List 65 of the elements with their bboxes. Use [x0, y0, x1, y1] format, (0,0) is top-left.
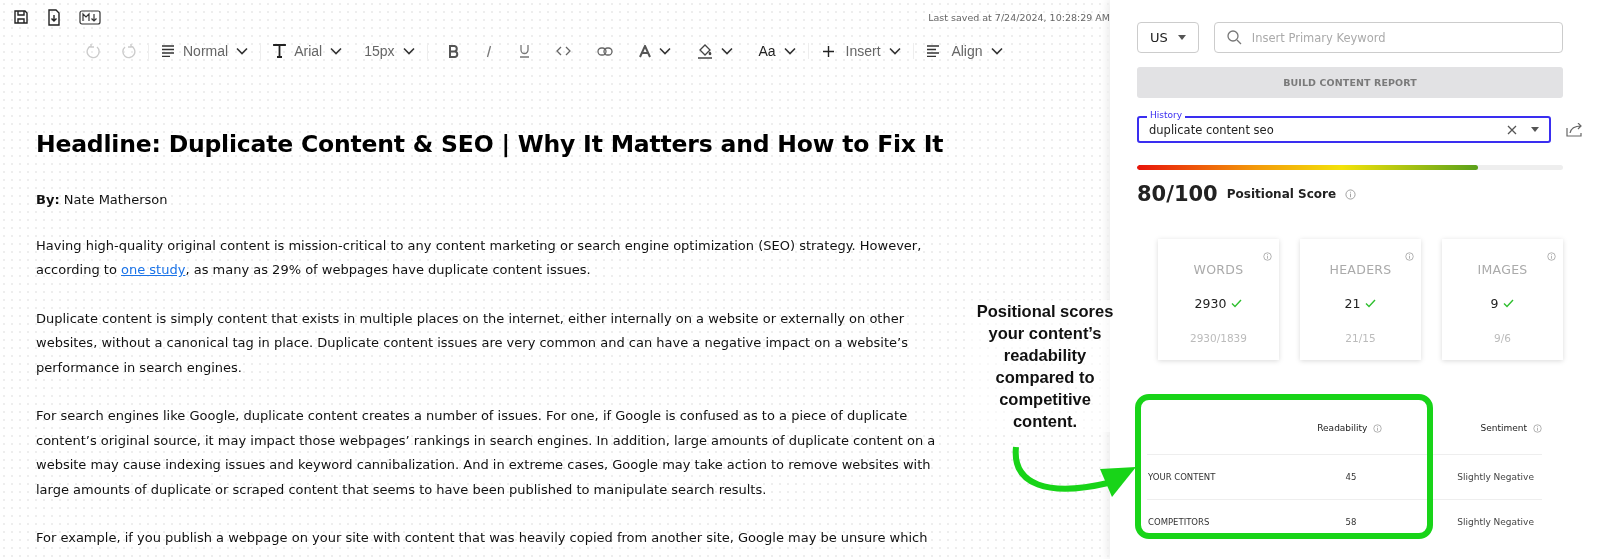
column-header: Sentiment	[1480, 423, 1527, 433]
country-select[interactable]: US	[1137, 22, 1199, 53]
align-left-icon	[925, 45, 940, 57]
metric-label: WORDS	[1193, 262, 1244, 277]
chevron-down-icon	[236, 47, 249, 55]
metric-label: HEADERS	[1329, 262, 1392, 277]
article-headline: Headline: Duplicate Content & SEO | Why It Matters and How to Fix It	[36, 130, 945, 158]
table-cell: COMPETITORS	[1148, 517, 1210, 527]
bold-icon[interactable]	[447, 44, 459, 58]
body-paragraph: For example, if you publish a webpage on your site with content that was heavily copied from another site, Google may be unsure which	[36, 529, 929, 547]
chevron-down-icon	[402, 47, 415, 55]
metric-label: IMAGES	[1477, 262, 1528, 277]
italic-icon[interactable]	[484, 44, 493, 58]
chevron-down-icon	[720, 47, 733, 55]
align-dropdown[interactable]: Align	[925, 43, 1003, 59]
save-icon[interactable]	[13, 9, 29, 25]
clear-icon[interactable]	[1507, 124, 1517, 135]
metric-value: 9	[1490, 296, 1499, 311]
checkmark-icon	[1503, 299, 1515, 308]
text-case-dropdown[interactable]: Aa	[758, 43, 796, 59]
metric-ratio: 9/6	[1494, 332, 1511, 344]
chevron-down-icon	[888, 47, 901, 55]
column-header: Readability	[1317, 423, 1368, 433]
font-dropdown[interactable]: Arial	[273, 43, 343, 59]
paint-bucket-icon[interactable]	[696, 43, 713, 59]
table-cell: 45	[1345, 472, 1357, 482]
metric-ratio: 2930/1839	[1190, 332, 1247, 344]
metric-ratio: 21/15	[1345, 332, 1376, 344]
body-paragraph: Having high-quality original content is mission-critical to any content marketing or search engine optimization (SEO) strategy. However, according to one study, as many as 29% of webpages have duplicate content issues.	[36, 236, 923, 279]
table-cell: Slightly Negative	[1457, 517, 1534, 527]
underline-icon[interactable]	[518, 44, 530, 58]
last-saved-text: Last saved at 7/24/2024, 10:28:29 AM	[928, 11, 1110, 23]
font-size-dropdown[interactable]: 15px	[364, 43, 415, 59]
code-icon[interactable]	[555, 46, 571, 56]
paragraph-style-dropdown[interactable]: Normal	[161, 43, 249, 59]
chevron-down-icon	[783, 47, 796, 55]
share-icon[interactable]	[1566, 122, 1583, 137]
byline: By: Nate Matherson	[36, 191, 169, 209]
text-icon	[273, 44, 287, 58]
score-value: 80/100	[1137, 182, 1218, 206]
chevron-down-icon	[990, 47, 1003, 55]
table-cell: Slightly Negative	[1457, 472, 1534, 482]
dropdown-arrow-icon	[1177, 35, 1186, 40]
chevron-down-icon	[330, 47, 343, 55]
score-label: Positional Score	[1226, 187, 1337, 201]
metric-value: 21	[1344, 296, 1361, 311]
table-cell: YOUR CONTENT	[1148, 472, 1216, 482]
plus-icon	[822, 45, 834, 57]
checkmark-icon	[1231, 299, 1243, 308]
field-label: History	[1147, 110, 1186, 120]
dropdown-arrow-icon[interactable]	[1531, 127, 1539, 132]
markdown-icon[interactable]	[79, 9, 101, 25]
link-icon[interactable]	[596, 46, 613, 56]
download-file-icon[interactable]	[46, 8, 62, 26]
body-paragraph: Duplicate content is simply content that exists in multiple places on the internet, either internally on a website or externally on other websites, without a canonical tag in place. Duplicate content issues are very common and can have a negative impact on a website’s performance in search engines.	[36, 309, 909, 377]
metric-value: 2930	[1194, 296, 1227, 311]
lines-icon	[161, 45, 175, 57]
checkmark-icon	[1365, 299, 1377, 308]
study-link[interactable]: one study	[121, 262, 186, 277]
table-cell: 58	[1345, 517, 1357, 527]
chevron-down-icon	[658, 47, 671, 55]
insert-dropdown[interactable]: Insert	[822, 43, 901, 59]
font-color-icon[interactable]	[638, 44, 651, 58]
search-icon	[1226, 30, 1242, 45]
body-paragraph: For search engines like Google, duplicate content creates a number of issues. For one, if Google is confused as to a piece of duplicate content’s original source, it may impact those webpages’ rankings in search engines. In addition, large amounts of duplicate content on a website may cause indexing issues and keyword cannibalization. And in extreme cases, Google may take action to remove websites with large amounts of duplicate or scraped content that seems to have been published to manipulate search results.	[36, 407, 937, 499]
